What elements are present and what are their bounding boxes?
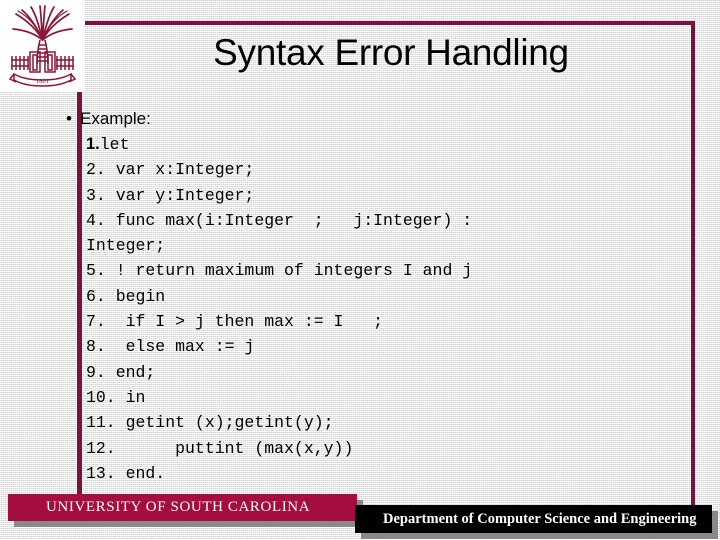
department-banner-text: Department of Computer Science and Engin… — [383, 510, 697, 527]
code-line: 5. ! return maximum of integers I and j — [86, 261, 473, 281]
code-line: 8. else max := j — [86, 337, 255, 357]
bullet-example: • Example: — [58, 108, 688, 130]
code-line: Integer; — [86, 236, 166, 256]
university-banner: UNIVERSITY OF SOUTH CAROLINA — [8, 494, 357, 521]
code-line: 3. var y:Integer; — [86, 185, 255, 205]
bullet-marker-icon: • — [66, 109, 72, 128]
code-line: 1.let — [86, 132, 688, 157]
code-line: 10. in — [86, 387, 146, 407]
slide-body: • Example: 1.let 2. var x:Integer; 3. va… — [58, 108, 688, 486]
university-banner-text: UNIVERSITY OF SOUTH CAROLINA — [46, 499, 311, 515]
code-line: 12. puttint (max(x,y)) — [86, 438, 354, 458]
code-line: 4. func max(i:Integer ; j:Integer) : — [86, 210, 473, 230]
code-line: 6. begin — [86, 286, 166, 306]
bullet-label: Example: — [80, 109, 151, 128]
code-line: 11. getint (x);getint(y); — [86, 413, 334, 433]
code-line-text: let — [99, 135, 130, 154]
usc-palmetto-logo: 1801 — [0, 0, 85, 92]
code-line: 13. end. — [86, 463, 166, 483]
code-line: 2. var x:Integer; — [86, 160, 255, 180]
page-title: Syntax Error Handling — [96, 24, 686, 82]
frame-right-rule — [691, 21, 695, 506]
code-listing: 1.let 2. var x:Integer; 3. var y:Integer… — [86, 132, 688, 486]
code-line: 9. end; — [86, 362, 156, 382]
department-banner: Department of Computer Science and Engin… — [355, 505, 712, 533]
slide: 1801 Syntax Error Handling • Example: 1.… — [0, 0, 720, 540]
logo-banner-year: 1801 — [36, 78, 49, 85]
code-line: 7. if I > j then max := I ; — [86, 312, 384, 332]
code-line-number: 1. — [86, 135, 100, 153]
page-title-text: Syntax Error Handling — [213, 32, 569, 73]
